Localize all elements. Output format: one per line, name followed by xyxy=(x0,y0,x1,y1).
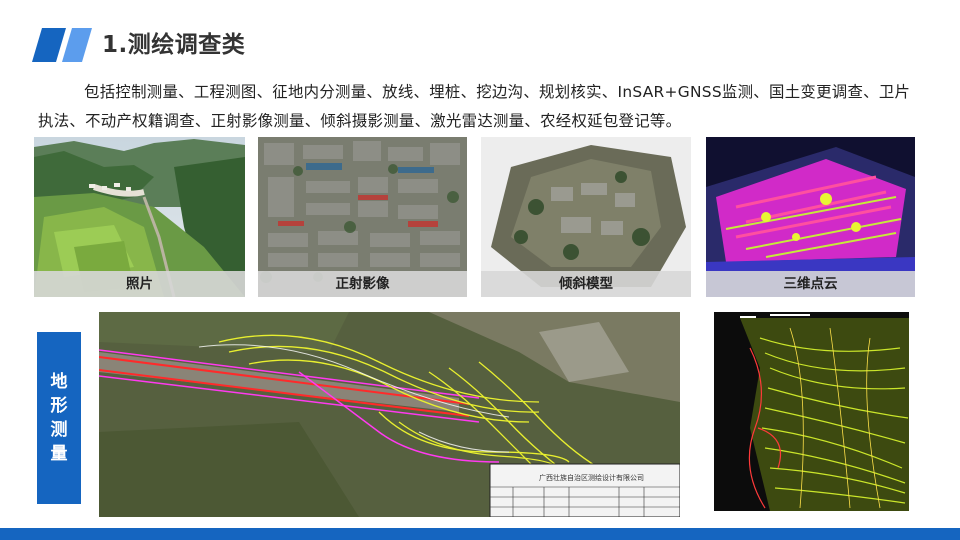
slide: 1.测绘调查类 包括控制测量、工程测图、征地内分测量、放线、埋桩、挖边沟、规划核… xyxy=(0,0,960,540)
page-title: 1.测绘调查类 xyxy=(102,32,246,58)
topographic-map-large: 广西壮族自治区测绘设计有限公司 xyxy=(99,312,680,517)
topography-label-char: 地 xyxy=(50,372,68,392)
bottom-accent-bar xyxy=(0,528,960,540)
contour-map-image xyxy=(710,308,913,515)
topography-label-char: 量 xyxy=(50,444,68,464)
map-company-text: 广西壮族自治区测绘设计有限公司 xyxy=(539,473,644,482)
topography-label: 地 形 测 量 xyxy=(37,332,81,504)
description-paragraph: 包括控制测量、工程测图、征地内分测量、放线、埋桩、挖边沟、规划核实、InSAR+… xyxy=(38,83,911,130)
card-caption: 倾斜模型 xyxy=(481,271,691,297)
topography-label-char: 测 xyxy=(50,420,68,440)
topographic-map-small xyxy=(710,308,913,515)
card-caption: 三维点云 xyxy=(706,271,915,297)
title-decoration-icon xyxy=(32,28,92,62)
card-caption: 正射影像 xyxy=(258,271,467,297)
card-caption: 照片 xyxy=(34,271,245,297)
point-cloud-card: 三维点云 xyxy=(706,137,915,297)
oblique-model-card: 倾斜模型 xyxy=(481,137,691,297)
photo-card: 照片 xyxy=(34,137,245,297)
topographic-map-image: 广西壮族自治区测绘设计有限公司 xyxy=(99,312,680,517)
orthophoto-card: 正射影像 xyxy=(258,137,467,297)
topography-label-char: 形 xyxy=(50,396,68,416)
